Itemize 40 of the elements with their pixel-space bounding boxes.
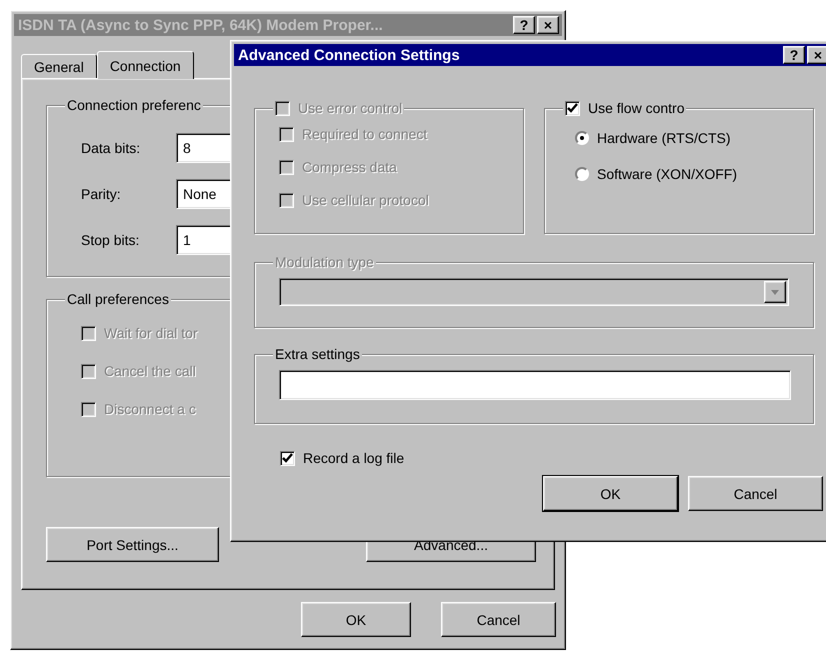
radio-dot-icon: [580, 136, 584, 140]
radio-button[interactable]: [575, 131, 589, 145]
help-button[interactable]: ?: [513, 16, 535, 34]
group-title: Modulation type: [275, 254, 374, 270]
tab[interactable]: General: [21, 54, 97, 78]
field-label: Stop bits:: [81, 232, 140, 248]
radio-label: Software (XON/XOFF): [597, 166, 738, 182]
close-button[interactable]: ×: [807, 46, 826, 64]
group-title: Extra settings: [275, 346, 360, 362]
port-settings-button[interactable]: Port Settings...: [46, 527, 219, 562]
checkbox-label: Record a log file: [303, 450, 404, 466]
group-title: Connection preferenc: [67, 97, 201, 113]
checkbox[interactable]: [565, 100, 580, 116]
radio-button[interactable]: [575, 167, 589, 181]
checkbox-label: Use cellular protocol: [302, 192, 429, 208]
radio-label: Hardware (RTS/CTS): [597, 130, 731, 146]
window-title: ISDN TA (Async to Sync PPP, 64K) Modem Proper...: [18, 16, 383, 34]
cancel-button[interactable]: Cancel: [441, 602, 556, 637]
group-title: Call preferences: [67, 291, 169, 307]
window-title: Advanced Connection Settings: [238, 46, 460, 64]
check-icon: [567, 103, 578, 113]
checkbox-label: Required to connect: [302, 126, 428, 142]
ok-button[interactable]: OK: [543, 476, 678, 511]
checkbox-label: Cancel the call: [104, 363, 196, 379]
tab[interactable]: Connection: [96, 51, 194, 79]
close-button[interactable]: ×: [537, 16, 559, 34]
caret-icon: [771, 290, 779, 294]
input-field[interactable]: [279, 370, 791, 400]
checkbox-label: Disconnect a c: [104, 401, 196, 417]
ok-button[interactable]: OK: [301, 602, 411, 637]
checkbox-label: Wait for dial tor: [104, 325, 198, 341]
field-label: Data bits:: [81, 140, 142, 156]
check-icon: [282, 453, 293, 463]
checkbox-label: Use flow contro: [588, 100, 684, 116]
help-button[interactable]: ?: [783, 46, 805, 64]
checkbox-label: Compress data: [302, 159, 397, 175]
cancel-button[interactable]: Cancel: [688, 476, 823, 511]
checkbox-label: Use error control: [298, 100, 402, 116]
checkbox[interactable]: [280, 450, 295, 466]
field-label: Parity:: [81, 186, 122, 202]
